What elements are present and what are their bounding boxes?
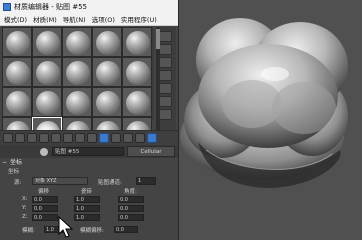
- map-channel-field[interactable]: 1: [136, 177, 156, 185]
- source-dropdown[interactable]: 对象 XYZ: [32, 177, 88, 185]
- menu-bar: 模式(D) 材质(M) 导航(N) 选项(O) 实用程序(U): [0, 13, 178, 26]
- reset-map-icon[interactable]: [39, 133, 49, 143]
- map-channel-label: 贴图通道:: [98, 180, 122, 186]
- sample-type-icon[interactable]: [159, 31, 172, 42]
- mouse-cursor-icon: [58, 216, 74, 238]
- material-editor-window: 材质编辑器 - 贴图 #55 模式(D) 材质(M) 导航(N) 选项(O) 实…: [0, 0, 179, 240]
- sample-sphere-icon: [6, 91, 30, 115]
- tiling-z-field[interactable]: 1.0: [74, 214, 100, 221]
- slot-scrollbar[interactable]: [156, 27, 160, 130]
- sample-sphere-icon: [126, 61, 150, 85]
- assign-to-selection-icon[interactable]: [27, 133, 37, 143]
- sample-sphere-icon: [66, 61, 90, 85]
- sample-sphere-icon: [36, 91, 60, 115]
- sample-slot[interactable]: [122, 27, 152, 57]
- sample-slot[interactable]: [32, 27, 62, 57]
- axis-x-label: X:: [22, 196, 28, 202]
- map-type-button[interactable]: Cellular: [127, 146, 175, 157]
- menu-navigation[interactable]: 导航(N): [63, 14, 86, 24]
- blur-label: 模糊:: [22, 228, 35, 234]
- angle-x-field[interactable]: 0.0: [118, 196, 144, 203]
- make-preview-icon[interactable]: [159, 96, 172, 107]
- source-label: 源:: [14, 180, 22, 186]
- blur-offset-field[interactable]: 0.0: [114, 226, 138, 233]
- sample-sphere-icon: [6, 61, 30, 85]
- sample-slot[interactable]: [32, 57, 62, 87]
- menu-utilities[interactable]: 实用程序(U): [121, 14, 157, 24]
- angle-header: 角度:: [124, 189, 137, 195]
- sample-sphere-icon: [36, 61, 60, 85]
- show-shaded-icon[interactable]: [99, 133, 109, 143]
- backlight-icon[interactable]: [159, 44, 172, 55]
- tiling-x-field[interactable]: 1.0: [74, 196, 100, 203]
- window-title: 材质编辑器 - 贴图 #55: [14, 2, 87, 11]
- menu-mode[interactable]: 模式(D): [4, 14, 27, 24]
- sample-sphere-icon: [66, 91, 90, 115]
- go-forward-sibling-icon[interactable]: [135, 133, 145, 143]
- sample-sphere-icon: [66, 31, 90, 55]
- sample-sphere-icon: [96, 31, 120, 55]
- eyedropper-icon[interactable]: [40, 148, 48, 156]
- tiling-header: 瓷砖: [81, 189, 93, 195]
- sample-slot[interactable]: [92, 27, 122, 57]
- select-by-material-icon[interactable]: [147, 133, 157, 143]
- sample-slot[interactable]: [32, 87, 62, 117]
- axis-z-label: Z:: [22, 214, 28, 220]
- sample-slot-grid: [2, 27, 154, 147]
- sample-sphere-icon: [6, 31, 30, 55]
- app-icon: [3, 2, 11, 11]
- menu-material[interactable]: 材质(M): [33, 14, 57, 24]
- scroll-thumb[interactable]: [156, 29, 160, 49]
- sample-sphere-icon: [36, 31, 60, 55]
- go-to-parent-icon[interactable]: [123, 133, 133, 143]
- rollout-title: 坐标: [10, 159, 23, 166]
- sample-slot[interactable]: [2, 57, 32, 87]
- sample-slot[interactable]: [92, 87, 122, 117]
- bottom-toolbar: [0, 130, 178, 146]
- copy-material-icon[interactable]: [51, 133, 61, 143]
- video-check-icon[interactable]: [159, 83, 172, 94]
- material-id-icon[interactable]: [87, 133, 97, 143]
- angle-z-field[interactable]: 0.0: [118, 214, 144, 221]
- sample-slot[interactable]: [62, 27, 92, 57]
- map-name-bar: 贴图 #55 Cellular: [0, 145, 178, 158]
- angle-y-field[interactable]: 0.0: [118, 205, 144, 212]
- sample-sphere-icon: [126, 31, 150, 55]
- sample-slot[interactable]: [122, 57, 152, 87]
- coordinates-rollout: − 坐标 坐标 源: 对象 XYZ 贴图通道: 1 偏移 瓷砖 角度: X: 0.…: [0, 158, 178, 240]
- tiling-y-field[interactable]: 1.0: [74, 205, 100, 212]
- map-name-field[interactable]: 贴图 #55: [52, 147, 124, 156]
- make-unique-icon[interactable]: [63, 133, 73, 143]
- options-icon[interactable]: [159, 109, 172, 120]
- collapse-icon[interactable]: −: [2, 159, 10, 167]
- rollout-header[interactable]: − 坐标: [2, 159, 176, 167]
- get-material-icon[interactable]: [3, 133, 13, 143]
- offset-x-field[interactable]: 0.0: [32, 196, 58, 203]
- sample-slot[interactable]: [2, 87, 32, 117]
- offset-z-field[interactable]: 0.0: [32, 214, 58, 221]
- put-to-library-icon[interactable]: [75, 133, 85, 143]
- menu-options[interactable]: 选项(O): [92, 14, 115, 24]
- sample-slot[interactable]: [122, 87, 152, 117]
- put-to-scene-icon[interactable]: [15, 133, 25, 143]
- sample-slot[interactable]: [62, 87, 92, 117]
- title-bar: 材质编辑器 - 贴图 #55: [0, 0, 178, 13]
- show-end-result-icon[interactable]: [111, 133, 121, 143]
- sample-sphere-icon: [126, 91, 150, 115]
- sample-slot[interactable]: [2, 27, 32, 57]
- offset-header: 偏移: [38, 189, 50, 195]
- sample-slot[interactable]: [92, 57, 122, 87]
- sample-sphere-icon: [96, 91, 120, 115]
- section-label: 坐标: [8, 169, 20, 175]
- blur-offset-label: 模糊偏移:: [80, 228, 104, 234]
- uv-tiling-icon[interactable]: [159, 70, 172, 81]
- offset-y-field[interactable]: 0.0: [32, 205, 58, 212]
- axis-y-label: Y:: [22, 205, 27, 211]
- sample-sphere-icon: [96, 61, 120, 85]
- background-icon[interactable]: [159, 57, 172, 68]
- sample-slot[interactable]: [62, 57, 92, 87]
